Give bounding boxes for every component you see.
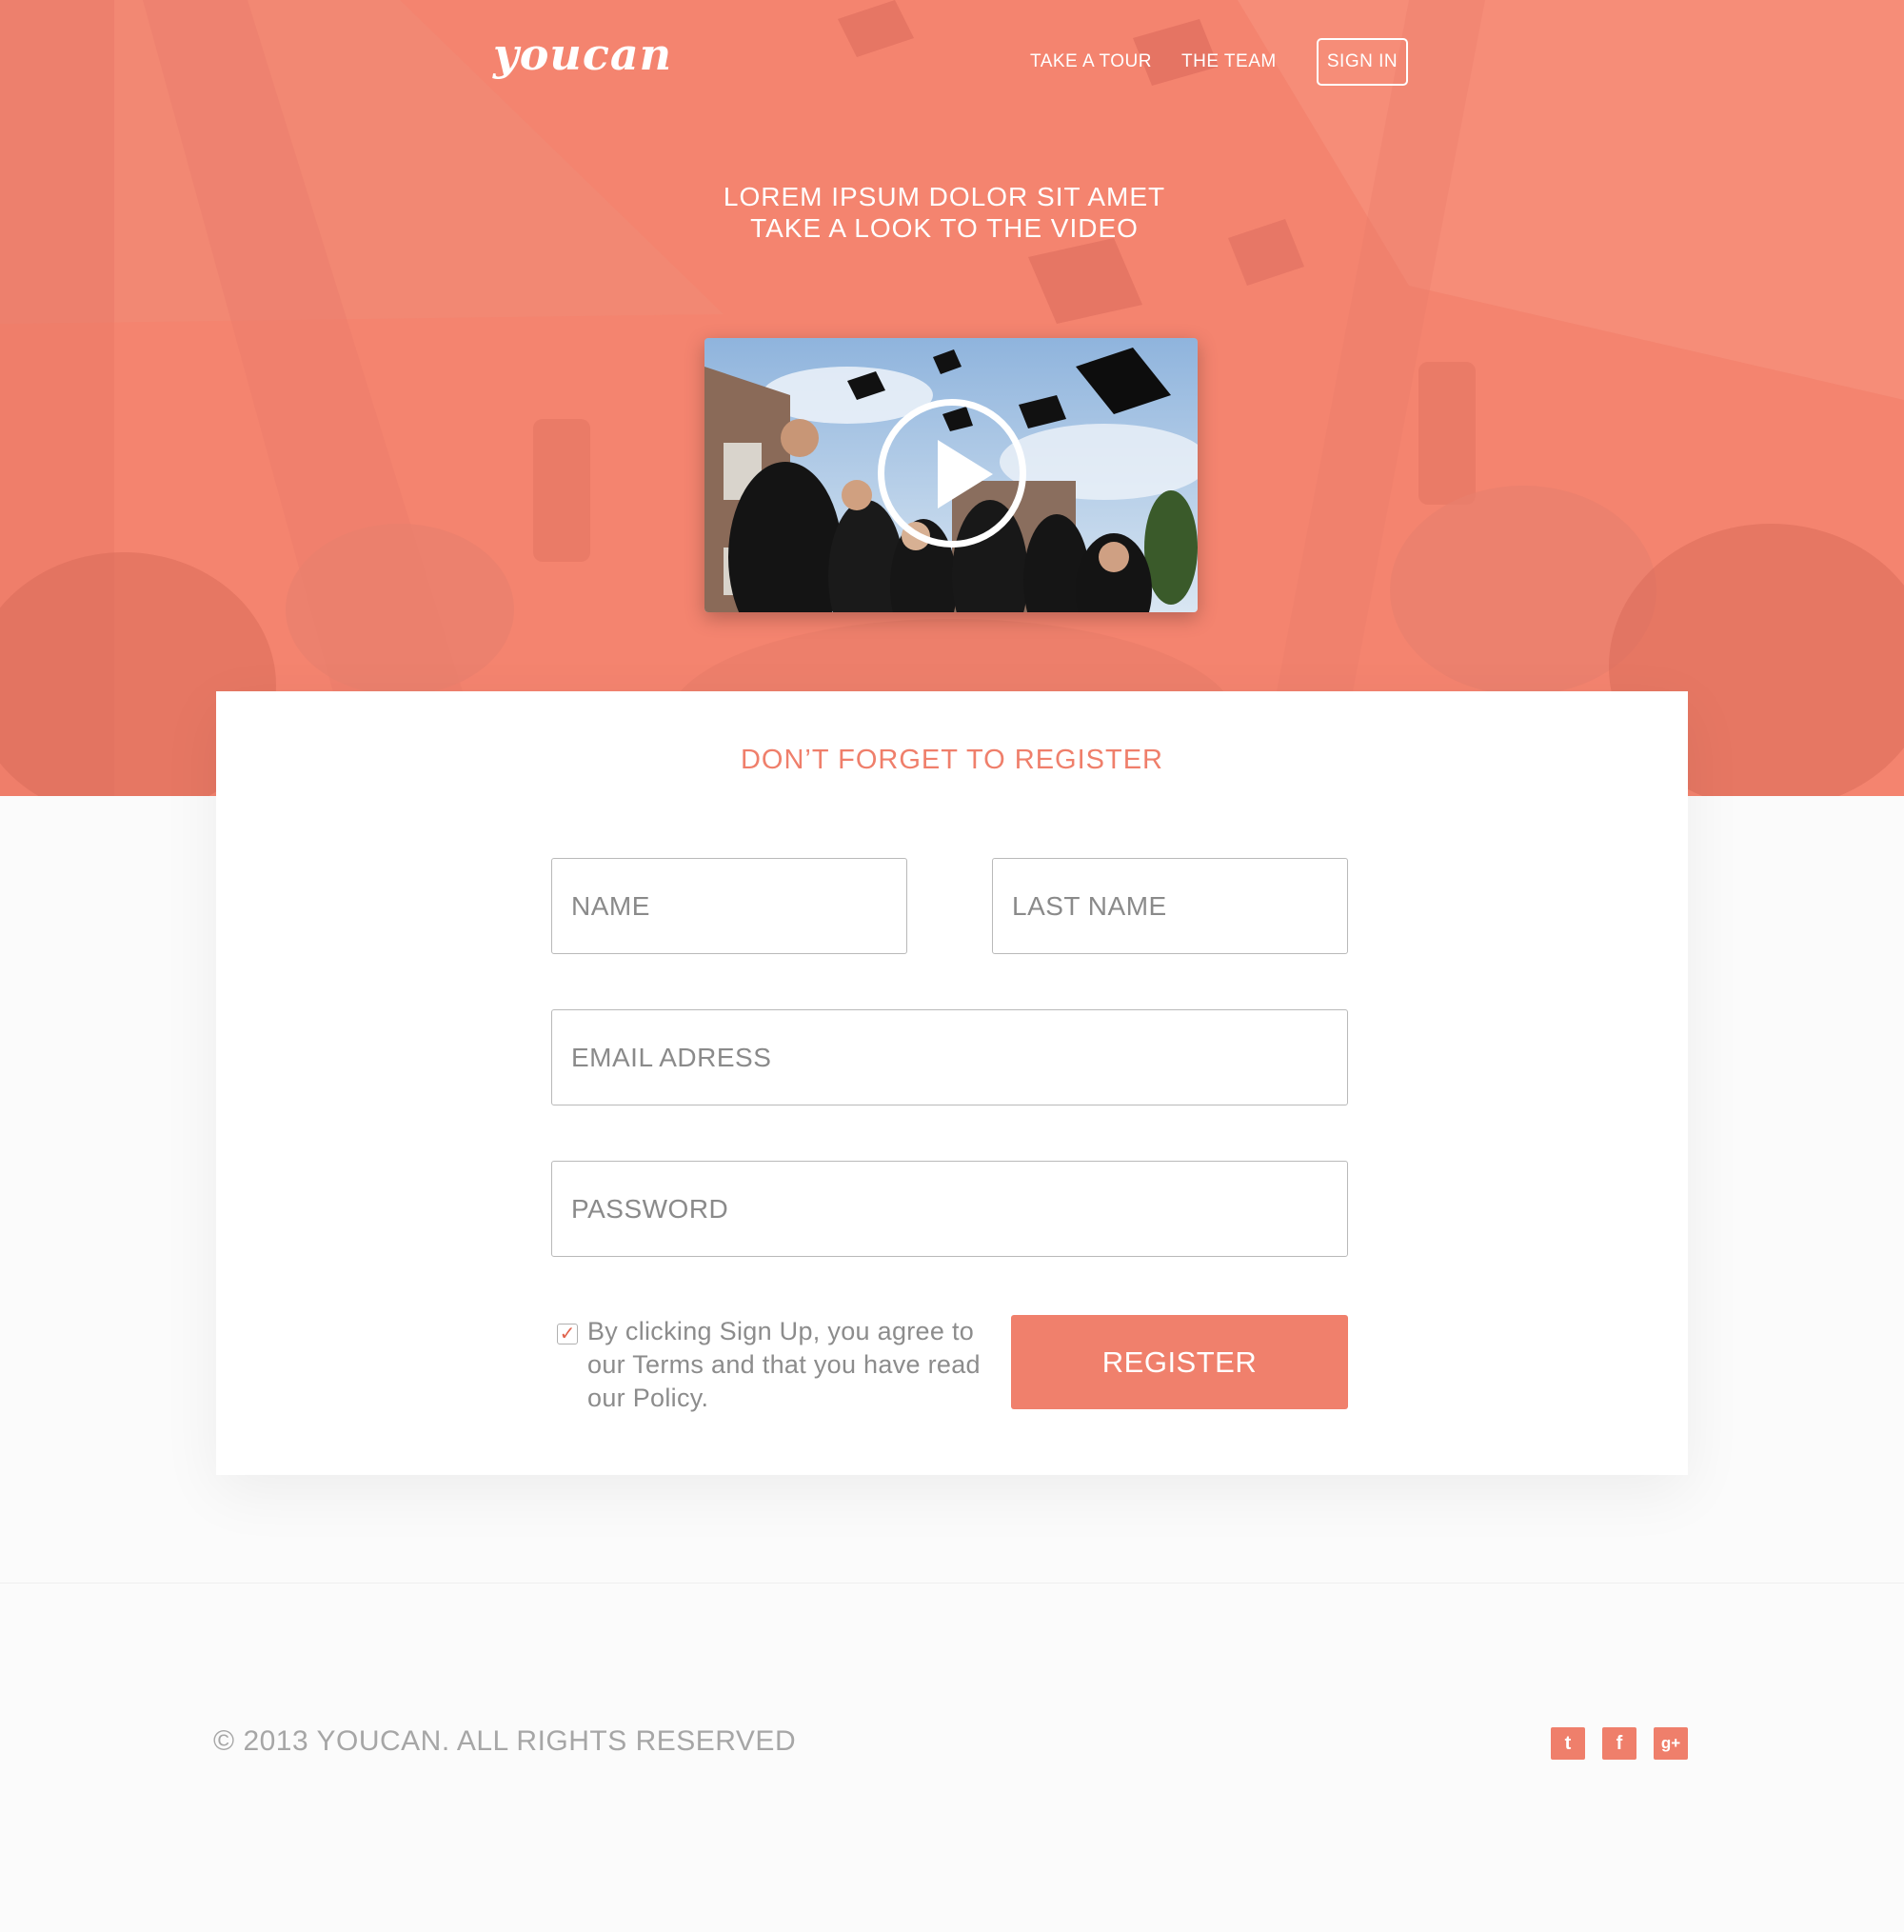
google-plus-icon[interactable]: g+ <box>1654 1727 1688 1760</box>
terms-checkbox[interactable]: ✓ <box>557 1324 578 1344</box>
logo[interactable]: youcan <box>493 29 672 80</box>
nav-take-a-tour[interactable]: TAKE A TOUR <box>1030 51 1152 72</box>
email-input[interactable] <box>551 1009 1348 1105</box>
name-input[interactable] <box>551 858 907 954</box>
play-button[interactable] <box>878 399 1026 548</box>
nav-the-team[interactable]: THE TEAM <box>1181 51 1277 72</box>
video-player[interactable] <box>704 338 1198 612</box>
sign-in-button[interactable]: SIGN IN <box>1317 38 1408 86</box>
hero-section: youcan TAKE A TOUR THE TEAM SIGN IN LORE… <box>0 0 1904 796</box>
terms-text: By clicking Sign Up, you agree to our Te… <box>587 1317 981 1412</box>
copyright-text: © 2013 YOUCAN. ALL RIGHTS RESERVED <box>213 1725 797 1757</box>
twitter-icon[interactable]: t <box>1551 1727 1585 1760</box>
play-icon <box>938 440 993 508</box>
last-name-input[interactable] <box>992 858 1348 954</box>
register-title: DON’T FORGET TO REGISTER <box>740 745 1164 775</box>
facebook-icon[interactable]: f <box>1602 1727 1636 1760</box>
hero-headline-line-2: TAKE A LOOK TO THE VIDEO <box>750 213 1139 243</box>
hero-headline: LOREM IPSUM DOLOR SIT AMET TAKE A LOOK T… <box>0 181 1889 244</box>
register-button[interactable]: REGISTER <box>1011 1315 1348 1409</box>
register-card: DON’T FORGET TO REGISTER ✓ By clicking S… <box>216 691 1688 1475</box>
password-input[interactable] <box>551 1161 1348 1257</box>
hero-headline-line-1: LOREM IPSUM DOLOR SIT AMET <box>723 182 1166 211</box>
checkmark-icon: ✓ <box>559 1324 576 1344</box>
